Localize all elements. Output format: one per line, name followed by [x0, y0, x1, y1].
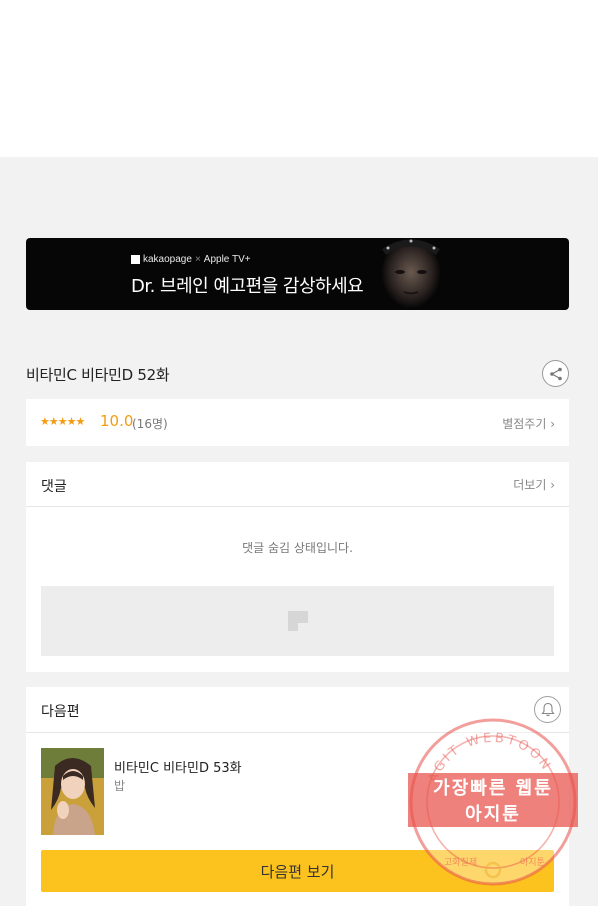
next-label: 다음편 — [41, 704, 80, 720]
ad-placeholder-icon — [288, 611, 308, 631]
banner-brand-right: Apple TV+ — [203, 254, 251, 265]
next-episode-title[interactable]: 비타민C 비타민D 53화 — [114, 757, 242, 776]
comment-label: 댓글 — [41, 479, 67, 495]
comment-header: 댓글 더보기 › — [26, 462, 569, 507]
comment-card: 댓글 더보기 › 댓글 숨김 상태입니다. — [26, 462, 569, 672]
share-icon — [549, 367, 562, 380]
rating-card: ★★★★★ 10.0 (16명) 별점주기 › — [26, 399, 569, 446]
rating-score: 10.0 — [100, 412, 134, 430]
next-episode-subtitle: 밥 — [114, 779, 126, 793]
next-header: 다음편 — [26, 687, 569, 733]
top-blank-area — [0, 0, 598, 157]
bell-icon — [540, 702, 555, 717]
view-next-button[interactable]: 다음편 보기 — [41, 850, 554, 892]
promo-banner[interactable]: kakaopage × Apple TV+ Dr. 브레인 예고편을 감상하세요 — [26, 238, 569, 310]
comment-more-link[interactable]: 더보기 › — [513, 476, 555, 493]
next-episode-thumbnail[interactable] — [41, 748, 104, 835]
rating-count: (16명) — [132, 417, 168, 431]
kakaopage-logo-icon — [131, 255, 140, 264]
next-episode-card: 다음편 비타민C 비타민D 53화 밥 다음편 보기 — [26, 687, 569, 906]
share-button[interactable] — [542, 360, 569, 387]
rating-stars: ★★★★★ — [40, 415, 85, 428]
rate-button[interactable]: 별점주기 › — [502, 415, 555, 432]
ad-placeholder[interactable] — [41, 586, 554, 656]
episode-title: 비타민C 비타민D 52화 — [26, 366, 170, 384]
banner-brand-left: kakaopage — [143, 254, 192, 265]
banner-brand: kakaopage × Apple TV+ — [131, 254, 251, 265]
banner-brand-x: × — [194, 254, 201, 265]
banner-headline: Dr. 브레인 예고편을 감상하세요 — [131, 276, 364, 297]
banner-face-image — [381, 239, 441, 310]
comment-hidden-message: 댓글 숨김 상태입니다. — [242, 541, 353, 555]
notify-button[interactable] — [534, 696, 561, 723]
